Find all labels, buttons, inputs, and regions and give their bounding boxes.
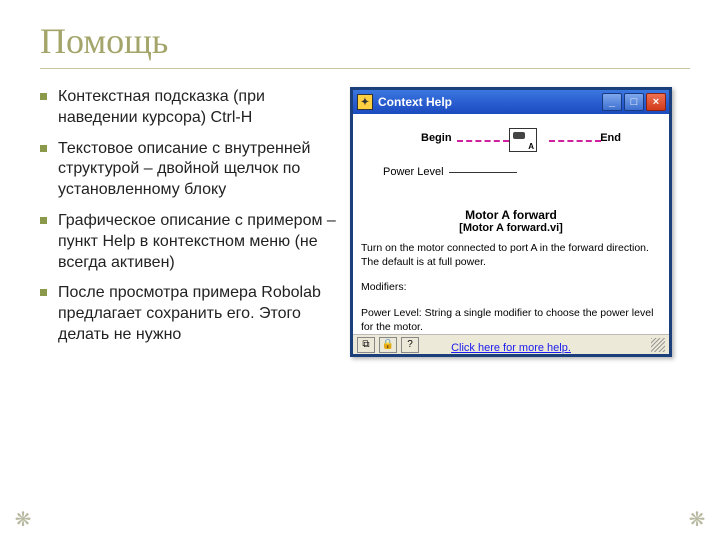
minimize-button[interactable]: _ [602, 93, 622, 111]
modifier-text: Power Level: String a single modifier to… [361, 307, 661, 334]
begin-label: Begin [421, 132, 452, 144]
power-line [449, 172, 517, 173]
more-help-link[interactable]: Click here for more help. [361, 342, 661, 354]
list-item: Контекстная подсказка (при наведении кур… [40, 87, 340, 129]
bullet-list: Контекстная подсказка (при наведении кур… [40, 87, 340, 357]
vi-title: Motor A forward [361, 208, 661, 222]
window-titlebar[interactable]: ✦ Context Help _ □ × [353, 90, 669, 114]
slide-nav-prev-icon[interactable]: ❋ [12, 508, 34, 530]
list-item: Текстовое описание с внутренней структур… [40, 139, 340, 201]
vi-description: Turn on the motor connected to port A in… [361, 242, 661, 269]
context-help-window: ✦ Context Help _ □ × Begin End Power Lev… [350, 87, 672, 357]
power-level-label: Power Level [383, 166, 444, 178]
motor-block-icon [509, 128, 537, 152]
window-content: Begin End Power Level Motor A forward [M… [353, 114, 669, 334]
vi-diagram: Begin End Power Level [361, 122, 661, 202]
slide-nav-next-icon[interactable]: ❋ [686, 508, 708, 530]
list-item: После просмотра примера Robolab предлага… [40, 283, 340, 345]
vi-filename: [Motor A forward.vi] [361, 222, 661, 234]
wire-right [549, 140, 601, 142]
title-underline [40, 68, 690, 69]
page-title: Помощь [40, 20, 690, 62]
end-label: End [600, 132, 621, 144]
maximize-button[interactable]: □ [624, 93, 644, 111]
wire-left [457, 140, 509, 142]
modifiers-heading: Modifiers: [361, 281, 661, 295]
window-title: Context Help [378, 95, 452, 109]
close-button[interactable]: × [646, 93, 666, 111]
list-item: Графическое описание с примером – пункт … [40, 211, 340, 273]
app-icon: ✦ [357, 94, 373, 110]
